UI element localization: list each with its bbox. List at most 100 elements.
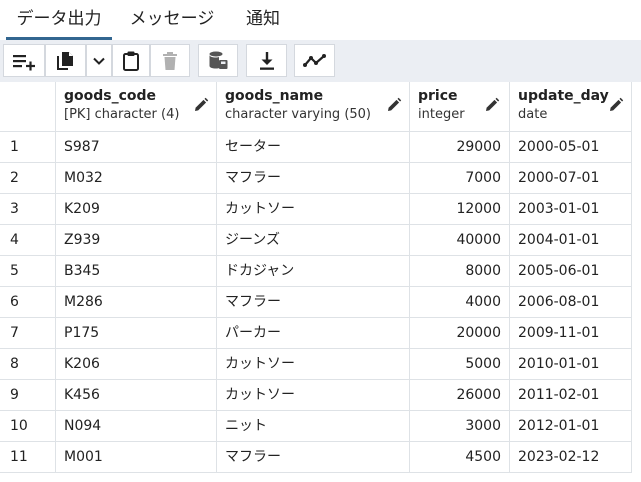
pencil-icon[interactable]: [484, 97, 500, 113]
cell-goods-code[interactable]: Z939: [56, 225, 217, 256]
result-tabs: データ出力 メッセージ 通知: [0, 0, 641, 40]
graph-visualiser-button[interactable]: [294, 44, 335, 77]
cell-goods-name[interactable]: カットソー: [217, 380, 410, 411]
cell-goods-code[interactable]: K456: [56, 380, 217, 411]
cell-update-day[interactable]: 2003-01-01: [510, 194, 632, 225]
row-number-header[interactable]: [0, 82, 56, 132]
row-number[interactable]: 11: [0, 442, 56, 473]
cell-price[interactable]: 4000: [410, 287, 510, 318]
cell-goods-name[interactable]: ジーンズ: [217, 225, 410, 256]
column-header-update-day[interactable]: update_day date: [510, 82, 632, 132]
cell-goods-name[interactable]: ニット: [217, 411, 410, 442]
cell-goods-name[interactable]: カットソー: [217, 349, 410, 380]
data-grid: goods_code [PK] character (4) goods_name…: [0, 82, 641, 482]
column-header-price[interactable]: price integer: [410, 82, 510, 132]
cell-goods-name[interactable]: マフラー: [217, 442, 410, 473]
trash-icon: [163, 51, 177, 70]
cell-goods-name[interactable]: セーター: [217, 132, 410, 163]
pencil-icon[interactable]: [386, 97, 402, 113]
paste-icon: [123, 51, 139, 71]
row-number[interactable]: 8: [0, 349, 56, 380]
cell-goods-name[interactable]: ドカジャン: [217, 256, 410, 287]
save-data-button[interactable]: [198, 44, 238, 77]
tab-data-output[interactable]: データ出力: [6, 0, 112, 40]
cell-goods-name[interactable]: マフラー: [217, 163, 410, 194]
cell-price[interactable]: 4500: [410, 442, 510, 473]
cell-goods-code[interactable]: S987: [56, 132, 217, 163]
row-number[interactable]: 9: [0, 380, 56, 411]
table-row[interactable]: 3 K209 カットソー 12000 2003-01-01: [0, 194, 641, 225]
cell-goods-code[interactable]: M286: [56, 287, 217, 318]
cell-goods-code[interactable]: M032: [56, 163, 217, 194]
table-row[interactable]: 1 S987 セーター 29000 2000-05-01: [0, 132, 641, 163]
cell-price[interactable]: 8000: [410, 256, 510, 287]
row-number[interactable]: 6: [0, 287, 56, 318]
toolbar: [0, 40, 641, 82]
add-row-icon: [13, 54, 35, 70]
cell-price[interactable]: 29000: [410, 132, 510, 163]
table-row[interactable]: 4 Z939 ジーンズ 40000 2004-01-01: [0, 225, 641, 256]
row-number[interactable]: 3: [0, 194, 56, 225]
cell-goods-name[interactable]: マフラー: [217, 287, 410, 318]
download-button[interactable]: [246, 44, 287, 77]
column-name: goods_code: [64, 88, 157, 104]
cell-goods-name[interactable]: パーカー: [217, 318, 410, 349]
cell-update-day[interactable]: 2012-01-01: [510, 411, 632, 442]
cell-price[interactable]: 40000: [410, 225, 510, 256]
cell-price[interactable]: 26000: [410, 380, 510, 411]
table-row[interactable]: 10 N094 ニット 3000 2012-01-01: [0, 411, 641, 442]
table-row[interactable]: 8 K206 カットソー 5000 2010-01-01: [0, 349, 641, 380]
cell-goods-code[interactable]: K206: [56, 349, 217, 380]
row-number[interactable]: 4: [0, 225, 56, 256]
column-type: [PK] character (4): [64, 107, 180, 122]
column-type: integer: [418, 107, 465, 122]
delete-row-button[interactable]: [150, 44, 190, 77]
cell-update-day[interactable]: 2010-01-01: [510, 349, 632, 380]
add-row-button[interactable]: [3, 44, 45, 77]
row-number[interactable]: 2: [0, 163, 56, 194]
cell-update-day[interactable]: 2006-08-01: [510, 287, 632, 318]
cell-update-day[interactable]: 2005-06-01: [510, 256, 632, 287]
column-header-goods-code[interactable]: goods_code [PK] character (4): [56, 82, 217, 132]
table-row[interactable]: 5 B345 ドカジャン 8000 2005-06-01: [0, 256, 641, 287]
row-number[interactable]: 5: [0, 256, 56, 287]
row-number[interactable]: 1: [0, 132, 56, 163]
cell-price[interactable]: 3000: [410, 411, 510, 442]
column-type: character varying (50): [225, 107, 372, 122]
table-row[interactable]: 2 M032 マフラー 7000 2000-07-01: [0, 163, 641, 194]
column-header-goods-name[interactable]: goods_name character varying (50): [217, 82, 410, 132]
cell-update-day[interactable]: 2000-05-01: [510, 132, 632, 163]
tab-messages[interactable]: メッセージ: [122, 0, 222, 37]
cell-update-day[interactable]: 2011-02-01: [510, 380, 632, 411]
cell-goods-code[interactable]: M001: [56, 442, 217, 473]
table-row[interactable]: 11 M001 マフラー 4500 2023-02-12: [0, 442, 641, 473]
cell-goods-name[interactable]: カットソー: [217, 194, 410, 225]
cell-goods-code[interactable]: N094: [56, 411, 217, 442]
cell-price[interactable]: 7000: [410, 163, 510, 194]
pencil-icon[interactable]: [608, 97, 624, 113]
cell-price[interactable]: 5000: [410, 349, 510, 380]
tab-notifications[interactable]: 通知: [238, 0, 288, 37]
database-save-icon: [209, 51, 228, 69]
cell-update-day[interactable]: 2000-07-01: [510, 163, 632, 194]
pencil-icon[interactable]: [193, 97, 209, 113]
copy-icon: [56, 51, 73, 70]
paste-button[interactable]: [112, 44, 150, 77]
cell-goods-code[interactable]: K209: [56, 194, 217, 225]
cell-price[interactable]: 20000: [410, 318, 510, 349]
cell-update-day[interactable]: 2023-02-12: [510, 442, 632, 473]
table-row[interactable]: 6 M286 マフラー 4000 2006-08-01: [0, 287, 641, 318]
copy-options-dropdown[interactable]: [86, 44, 112, 77]
row-number[interactable]: 7: [0, 318, 56, 349]
table-row[interactable]: 9 K456 カットソー 26000 2011-02-01: [0, 380, 641, 411]
cell-update-day[interactable]: 2009-11-01: [510, 318, 632, 349]
cell-price[interactable]: 12000: [410, 194, 510, 225]
cell-goods-code[interactable]: B345: [56, 256, 217, 287]
column-name: goods_name: [225, 88, 324, 104]
column-name: price: [418, 88, 458, 104]
cell-goods-code[interactable]: P175: [56, 318, 217, 349]
table-row[interactable]: 7 P175 パーカー 20000 2009-11-01: [0, 318, 641, 349]
row-number[interactable]: 10: [0, 411, 56, 442]
cell-update-day[interactable]: 2004-01-01: [510, 225, 632, 256]
copy-button[interactable]: [45, 44, 86, 77]
